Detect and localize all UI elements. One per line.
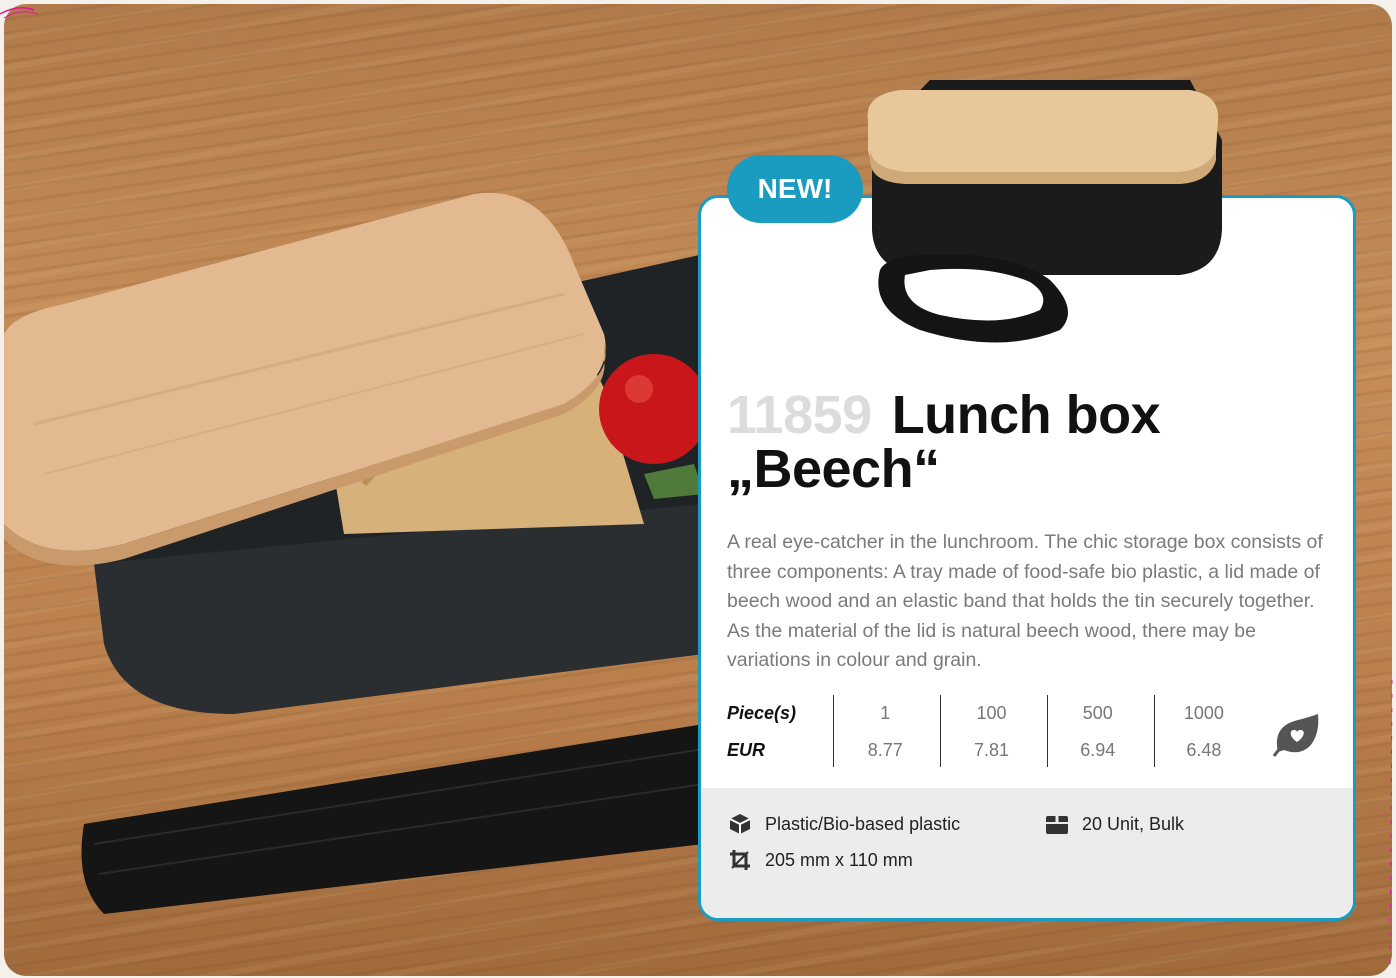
price-cell: 8.77	[867, 739, 903, 760]
table-divider	[833, 695, 834, 767]
box-icon	[1044, 813, 1070, 835]
quantity-cell: 1000	[1183, 702, 1224, 723]
product-description: A real eye-catcher in the lunchroom. The…	[727, 531, 1323, 671]
price-cell: 6.48	[1186, 739, 1222, 760]
price-cell: 7.81	[973, 739, 1010, 760]
quantity-label: Piece(s)	[727, 702, 797, 723]
table-divider	[940, 695, 941, 767]
quantity-row: Piece(s) 1 100 500 1000	[727, 695, 1257, 731]
price-row: EUR 8.77 7.81 6.94 6.48	[727, 732, 1257, 768]
currency-label: EUR	[727, 739, 766, 760]
table-divider	[1047, 695, 1048, 767]
new-badge: NEW!	[727, 155, 863, 223]
table-divider	[1154, 695, 1155, 767]
material-text: Plastic/Bio-based plastic	[765, 813, 961, 834]
product-name-line2: „Beech“	[727, 439, 940, 499]
product-name-line1: Lunch box	[891, 385, 1161, 445]
product-image	[867, 80, 1222, 343]
decorative-corner-stroke	[0, 7, 39, 19]
quantity-cell: 500	[1082, 702, 1113, 723]
spec-dimensions: 205 mm x 110 mm	[727, 849, 913, 871]
product-title: 11859 Lunch box „Beech“	[727, 388, 1327, 496]
quantity-cell: 100	[976, 702, 1007, 723]
spec-material: Plastic/Bio-based plastic	[727, 813, 960, 835]
eco-leaf-heart-icon	[1272, 714, 1319, 757]
quantity-cell: 1	[880, 702, 891, 723]
dimensions-text: 205 mm x 110 mm	[765, 849, 913, 870]
crop-icon	[727, 849, 753, 871]
packaging-text: 20 Unit, Bulk	[1082, 813, 1185, 834]
price-table: Piece(s) 1 100 500 1000 EUR 8.77 7.81 6.…	[727, 695, 1257, 767]
package-icon	[727, 813, 753, 835]
price-cell: 6.94	[1080, 739, 1116, 760]
spec-packaging: 20 Unit, Bulk	[1044, 813, 1184, 835]
decorative-dashed-stroke	[1389, 680, 1393, 970]
article-number: 11859	[727, 385, 872, 445]
